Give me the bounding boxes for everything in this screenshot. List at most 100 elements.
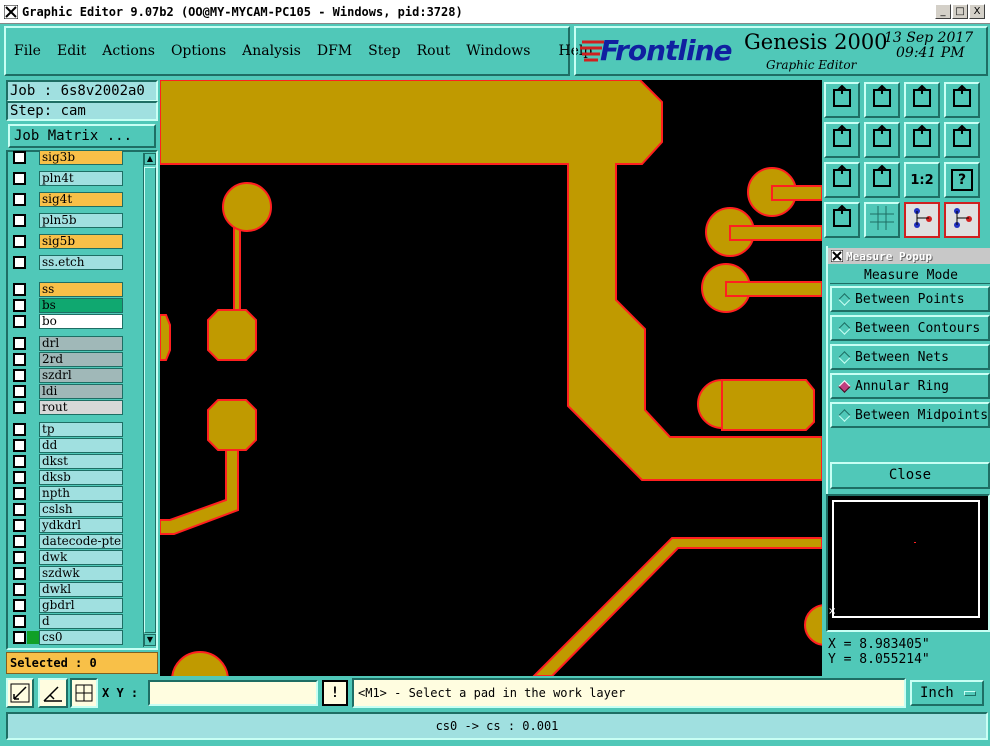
- layer-checkbox[interactable]: [13, 193, 26, 206]
- layer-name[interactable]: rout: [39, 400, 123, 415]
- menu-analysis[interactable]: Analysis: [242, 43, 301, 59]
- layer-checkbox[interactable]: [13, 369, 26, 382]
- layer-name[interactable]: tp: [39, 422, 123, 437]
- radio-diamond-icon[interactable]: [838, 350, 851, 364]
- layer-row[interactable]: bo: [10, 314, 128, 329]
- layer-name[interactable]: ldi: [39, 384, 123, 399]
- menu-step[interactable]: Step: [368, 43, 400, 59]
- to-top-button[interactable]: [824, 82, 860, 118]
- layer-checkbox[interactable]: [13, 423, 26, 436]
- menu-rout[interactable]: Rout: [417, 43, 451, 59]
- layer-name[interactable]: 2rd: [39, 352, 123, 367]
- window-grid-button[interactable]: [944, 82, 980, 118]
- layer-row[interactable]: rout: [10, 400, 128, 415]
- layer-row[interactable]: d: [10, 614, 128, 629]
- layer-name[interactable]: cs0: [39, 630, 123, 645]
- layer-name[interactable]: szdrl: [39, 368, 123, 383]
- layer-checkbox[interactable]: [13, 455, 26, 468]
- layer-checkbox[interactable]: [13, 235, 26, 248]
- radio-diamond-icon[interactable]: [838, 292, 851, 306]
- layer-row[interactable]: cslsh: [10, 502, 128, 517]
- layer-name[interactable]: sig5b: [39, 234, 123, 249]
- layer-row[interactable]: dksb: [10, 470, 128, 485]
- layer-name[interactable]: d: [39, 614, 123, 629]
- layer-checkbox[interactable]: [13, 256, 26, 269]
- layer-checkbox[interactable]: [13, 353, 26, 366]
- xy-input[interactable]: [148, 680, 318, 706]
- scroll-thumb[interactable]: [144, 167, 156, 633]
- layer-name[interactable]: ss.etch: [39, 255, 123, 270]
- layer-row[interactable]: pln5b: [10, 213, 128, 228]
- layer-name[interactable]: ydkdrl: [39, 518, 123, 533]
- home-button[interactable]: [904, 82, 940, 118]
- measure-angle-button[interactable]: [38, 678, 68, 708]
- layer-row[interactable]: tp: [10, 422, 128, 437]
- close-window-button[interactable]: X: [969, 4, 985, 19]
- layer-name[interactable]: ss: [39, 282, 123, 297]
- layer-checkbox[interactable]: [13, 172, 26, 185]
- layer-row[interactable]: gbdrl: [10, 598, 128, 613]
- layer-name[interactable]: sig3b: [39, 150, 123, 165]
- layer-checkbox[interactable]: [13, 567, 26, 580]
- radio-diamond-icon[interactable]: [838, 321, 851, 335]
- radio-diamond-icon[interactable]: [838, 379, 851, 393]
- layer-checkbox[interactable]: [13, 503, 26, 516]
- layer-row[interactable]: sig3b: [10, 150, 128, 165]
- layer-row[interactable]: ydkdrl: [10, 518, 128, 533]
- layer-name[interactable]: dd: [39, 438, 123, 453]
- undo-snap-button[interactable]: [904, 122, 940, 158]
- layer-row[interactable]: dkst: [10, 454, 128, 469]
- scroll-down-arrow-icon[interactable]: ▼: [144, 634, 156, 646]
- layer-checkbox[interactable]: [13, 337, 26, 350]
- layer-name[interactable]: bo: [39, 314, 123, 329]
- layer-row[interactable]: cs0: [10, 630, 128, 645]
- fit-center-button[interactable]: [864, 162, 900, 198]
- layer-row[interactable]: npth: [10, 486, 128, 501]
- menu-dfm[interactable]: DFM: [317, 43, 352, 59]
- layer-checkbox[interactable]: [13, 283, 26, 296]
- layer-row[interactable]: pln4t: [10, 171, 128, 186]
- menu-actions[interactable]: Actions: [102, 43, 155, 59]
- layer-name[interactable]: cslsh: [39, 502, 123, 517]
- measure-option-between-points[interactable]: Between Points: [830, 286, 990, 312]
- layer-row[interactable]: sig4t: [10, 192, 128, 207]
- layer-row[interactable]: ss.etch: [10, 255, 128, 270]
- measure-close-button[interactable]: Close: [830, 462, 990, 489]
- units-dropdown[interactable]: Inch: [910, 680, 984, 706]
- layer-checkbox[interactable]: [13, 299, 26, 312]
- layer-checkbox[interactable]: [13, 615, 26, 628]
- layer-row[interactable]: dd: [10, 438, 128, 453]
- menu-file[interactable]: File: [14, 43, 41, 59]
- layer-name[interactable]: dwk: [39, 550, 123, 565]
- menu-windows[interactable]: Windows: [466, 43, 530, 59]
- layer-row[interactable]: bs: [10, 298, 128, 313]
- layer-checkbox[interactable]: [13, 151, 26, 164]
- layer-name[interactable]: gbdrl: [39, 598, 123, 613]
- import-button[interactable]: [824, 122, 860, 158]
- layer-name[interactable]: dwkl: [39, 582, 123, 597]
- layer-row[interactable]: drl: [10, 336, 128, 351]
- help-button[interactable]: ?: [944, 162, 980, 198]
- layer-checkbox[interactable]: [13, 599, 26, 612]
- layer-checkbox[interactable]: [13, 439, 26, 452]
- layer-name[interactable]: dksb: [39, 470, 123, 485]
- menu-edit[interactable]: Edit: [57, 43, 86, 59]
- layer-checkbox[interactable]: [13, 401, 26, 414]
- layer-name[interactable]: pln5b: [39, 213, 123, 228]
- layer-row[interactable]: ldi: [10, 384, 128, 399]
- grid-snap-button[interactable]: [70, 678, 98, 708]
- layer-row[interactable]: dwkl: [10, 582, 128, 597]
- layer-name[interactable]: drl: [39, 336, 123, 351]
- scroll-up-arrow-icon[interactable]: ▲: [144, 153, 156, 165]
- menu-options[interactable]: Options: [171, 43, 226, 59]
- measure-option-between-nets[interactable]: Between Nets: [830, 344, 990, 370]
- layer-row[interactable]: 2rd: [10, 352, 128, 367]
- layer-checkbox[interactable]: [13, 551, 26, 564]
- zoom-ratio-button[interactable]: 1:2: [904, 162, 940, 198]
- work-canvas[interactable]: [160, 80, 822, 676]
- measure-option-between-midpoints[interactable]: Between Midpoints: [830, 402, 990, 428]
- layer-row[interactable]: datecode-pte: [10, 534, 128, 549]
- layer-checkbox[interactable]: [13, 631, 26, 644]
- layer-row[interactable]: szdwk: [10, 566, 128, 581]
- layer-name[interactable]: pln4t: [39, 171, 123, 186]
